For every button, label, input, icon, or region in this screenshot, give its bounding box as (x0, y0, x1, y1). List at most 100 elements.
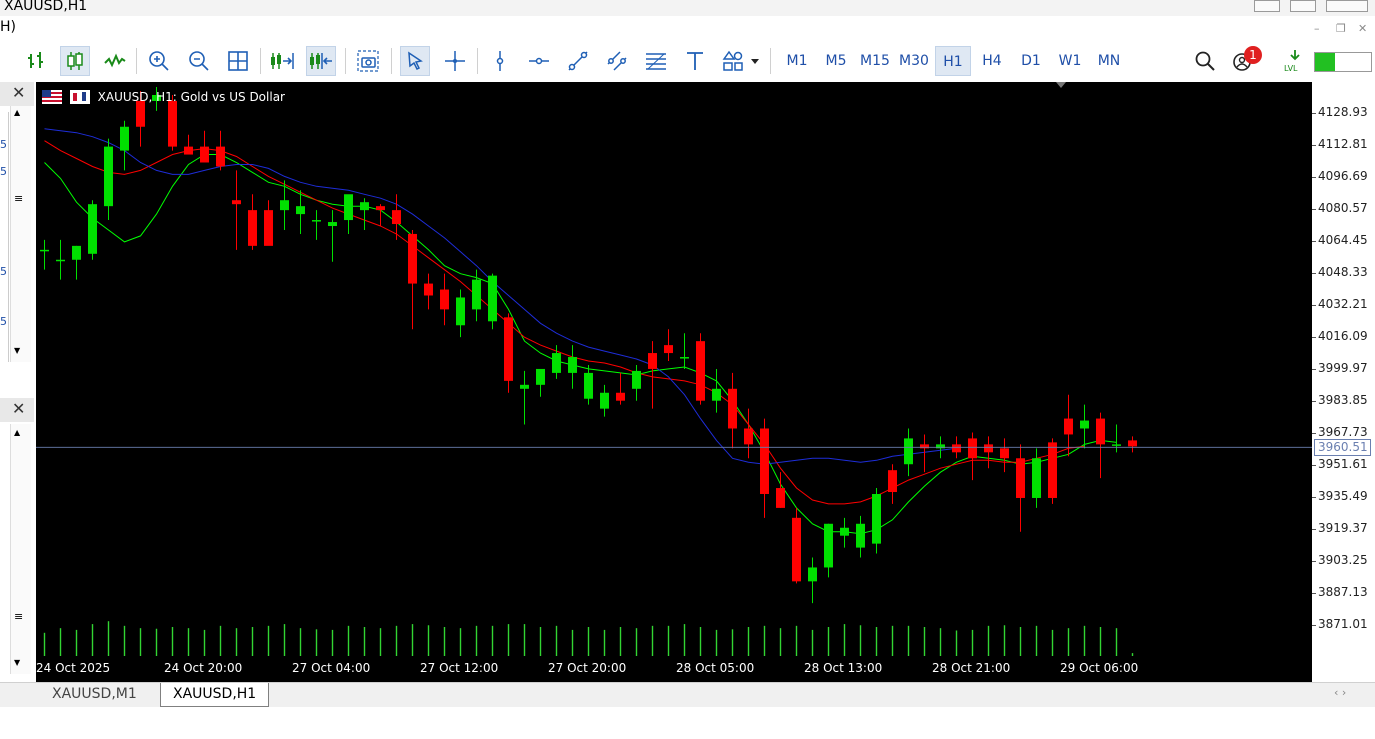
candle-body (344, 194, 353, 221)
chart-canvas (36, 82, 1312, 656)
minimize-button[interactable] (1254, 0, 1280, 12)
close-navigator-icon[interactable]: ✕ (12, 83, 25, 102)
price-tick (1312, 529, 1316, 530)
timeframe-mn-button[interactable]: MN (1091, 46, 1127, 76)
candle-body (1016, 458, 1025, 498)
timeframe-m15-button[interactable]: M15 (857, 46, 893, 76)
notifications-button[interactable]: 1 (1228, 46, 1262, 76)
trend-line-icon (568, 51, 588, 71)
candle-body (328, 222, 337, 227)
candle-body (616, 392, 625, 401)
chart-header: XAUUSD, H1: Gold vs US Dollar (42, 89, 285, 104)
cursor-button[interactable] (400, 46, 430, 76)
left-panels: ✕ 5 5 5 5 ▲ ≡ ▼ ✕ ▲ ≡ ▼ (0, 82, 34, 682)
timeframe-w1-button[interactable]: W1 (1052, 46, 1088, 76)
window-title: XAUUSD,H1 (4, 0, 88, 14)
candle-body (72, 245, 81, 260)
child-restore-icon[interactable]: ❐ (1336, 22, 1346, 35)
grid-icon (228, 51, 248, 71)
candle-body (456, 297, 465, 326)
trend-line-button[interactable] (563, 46, 593, 76)
candle-body (56, 259, 65, 262)
menu-item-fragment[interactable]: H) (0, 19, 16, 35)
timeframe-m30-button[interactable]: M30 (896, 46, 932, 76)
candle-body (568, 357, 577, 373)
horizontal-line-button[interactable] (524, 46, 554, 76)
timeframe-h4-button[interactable]: H4 (974, 46, 1010, 76)
child-minimize-icon[interactable]: – (1314, 22, 1320, 35)
price-tick (1312, 241, 1316, 242)
candle-body (392, 210, 401, 225)
price-tick (1312, 401, 1316, 402)
timeframe-m5-button[interactable]: M5 (818, 46, 854, 76)
candle-body (680, 357, 689, 359)
price-axis[interactable]: 4128.93 4112.81 4096.69 4080.57 4064.45 4048.… (1312, 82, 1375, 682)
timeframe-h1-button[interactable]: H1 (935, 46, 971, 76)
fibonacci-icon (646, 53, 666, 70)
time-label: 28 Oct 05:00 (676, 661, 755, 675)
vertical-line-button[interactable] (485, 46, 515, 76)
screenshot-button[interactable] (353, 46, 383, 76)
signal-strength-bar (1314, 52, 1372, 72)
price-label: 3887.13 (1318, 585, 1368, 599)
channel-button[interactable] (602, 46, 632, 76)
restore-button[interactable] (1290, 0, 1316, 12)
candle-body (216, 146, 225, 167)
signal-strength-fill (1315, 53, 1335, 71)
close-toolbox-icon[interactable]: ✕ (12, 399, 25, 418)
title-bar: XAUUSD,H1 (0, 0, 1375, 16)
candle-body (408, 233, 417, 284)
notification-badge: 1 (1244, 46, 1262, 64)
scroll-up-icon[interactable]: ▲ (14, 428, 20, 437)
scroll-thumb-icon[interactable]: ≡ (14, 610, 23, 623)
search-button[interactable] (1190, 46, 1220, 76)
tree-marker-1: 5 (0, 138, 7, 151)
time-label: 27 Oct 04:00 (292, 661, 371, 675)
candle-body (1000, 448, 1009, 459)
zoom-out-icon (189, 51, 209, 71)
price-label: 3951.61 (1318, 457, 1368, 471)
price-label: 3903.25 (1318, 553, 1368, 567)
fibonacci-button[interactable] (641, 46, 671, 76)
crosshair-button[interactable] (440, 46, 470, 76)
tile-windows-button[interactable] (223, 46, 253, 76)
timeframe-m1-button[interactable]: M1 (779, 46, 815, 76)
candle-body (856, 523, 865, 548)
navigator-scrollbar[interactable]: ▲ ≡ ▼ (10, 106, 31, 362)
chart-shift-button[interactable] (306, 46, 336, 76)
time-axis[interactable]: 24 Oct 2025 24 Oct 20:00 27 Oct 04:00 27 Oc… (36, 658, 1312, 682)
time-label: 29 Oct 06:00 (1060, 661, 1139, 675)
bar-chart-button[interactable] (22, 46, 52, 76)
scroll-down-icon[interactable]: ▼ (14, 658, 20, 667)
menu-bar: H) – ❐ ✕ (0, 16, 1375, 40)
candlestick-button[interactable] (60, 46, 90, 76)
child-close-icon[interactable]: ✕ (1358, 22, 1367, 35)
level-button[interactable]: LVL (1280, 46, 1310, 76)
timeframe-d1-button[interactable]: D1 (1013, 46, 1049, 76)
price-chart[interactable]: XAUUSD, H1: Gold vs US Dollar (36, 82, 1312, 658)
level-label: LVL (1284, 64, 1298, 73)
price-label: 4064.45 (1318, 233, 1368, 247)
chart-tab[interactable]: XAUUSD,M1 (40, 683, 149, 706)
scroll-down-icon[interactable]: ▼ (14, 346, 20, 355)
autoscroll-button[interactable] (267, 46, 297, 76)
shapes-dropdown-button[interactable] (718, 46, 764, 76)
price-tick (1312, 177, 1316, 178)
scroll-up-icon[interactable]: ▲ (14, 108, 20, 117)
text-button[interactable] (680, 46, 710, 76)
tree-marker-4: 5 (0, 315, 7, 328)
chart-tab[interactable]: XAUUSD,H1 (160, 683, 270, 707)
candle-body (760, 428, 769, 495)
close-window-button[interactable] (1326, 0, 1368, 12)
candle-body (968, 438, 977, 459)
bar-chart-icon (28, 52, 43, 68)
zoom-out-button[interactable] (184, 46, 214, 76)
candle-body (1048, 442, 1057, 498)
tab-scroll-arrows-icon[interactable]: ‹ › (1334, 686, 1346, 699)
candle-body (168, 100, 177, 147)
line-chart-button[interactable] (100, 46, 130, 76)
toolbox-scrollbar[interactable]: ▲ ≡ ▼ (10, 424, 31, 674)
zoom-in-button[interactable] (144, 46, 174, 76)
price-label: 3999.97 (1318, 361, 1368, 375)
scroll-thumb-icon[interactable]: ≡ (14, 192, 23, 205)
